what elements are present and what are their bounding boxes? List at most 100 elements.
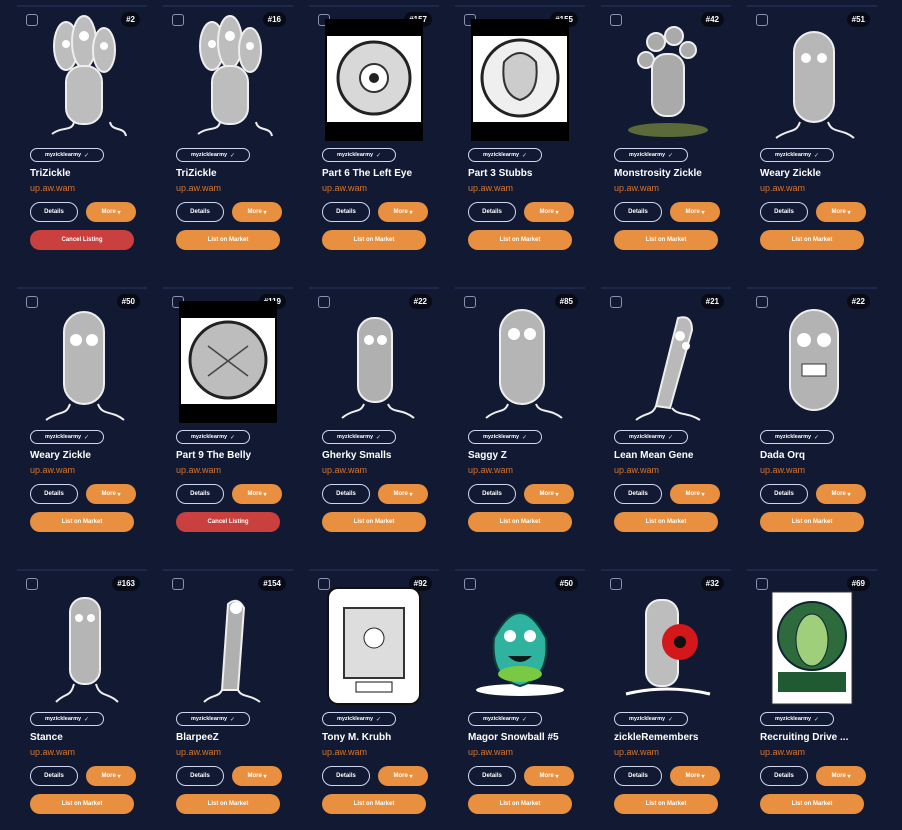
details-button[interactable]: Details xyxy=(30,484,78,504)
details-button[interactable]: Details xyxy=(468,484,516,504)
more-dropdown-button[interactable]: More ▾ xyxy=(524,202,574,222)
details-button[interactable]: Details xyxy=(760,766,808,786)
collection-badge[interactable]: myzicklearmy ✓ xyxy=(760,712,834,726)
collection-badge[interactable]: myzicklearmy ✓ xyxy=(468,430,542,444)
list-on-market-button[interactable]: List on Market xyxy=(614,794,718,814)
collection-badge[interactable]: myzicklearmy ✓ xyxy=(30,148,104,162)
more-dropdown-button[interactable]: More ▾ xyxy=(86,484,136,504)
collection-badge[interactable]: myzicklearmy ✓ xyxy=(760,430,834,444)
more-dropdown-button[interactable]: More ▾ xyxy=(378,202,428,222)
list-on-market-button[interactable]: List on Market xyxy=(30,794,134,814)
collection-badge[interactable]: myzicklearmy ✓ xyxy=(322,430,396,444)
more-dropdown-button[interactable]: More ▾ xyxy=(524,766,574,786)
list-on-market-button[interactable]: List on Market xyxy=(322,794,426,814)
collection-badge[interactable]: myzicklearmy ✓ xyxy=(760,148,834,162)
details-button[interactable]: Details xyxy=(176,202,224,222)
owner-label[interactable]: up.aw.wam xyxy=(760,183,805,193)
details-button[interactable]: Details xyxy=(322,766,370,786)
verified-icon: ✓ xyxy=(522,716,528,723)
verified-icon: ✓ xyxy=(84,152,90,159)
owner-label[interactable]: up.aw.wam xyxy=(322,465,367,475)
owner-label[interactable]: up.aw.wam xyxy=(614,183,659,193)
list-on-market-button[interactable]: List on Market xyxy=(30,512,134,532)
collection-badge[interactable]: myzicklearmy ✓ xyxy=(176,712,250,726)
details-button[interactable]: Details xyxy=(760,202,808,222)
more-dropdown-button[interactable]: More ▾ xyxy=(524,484,574,504)
more-dropdown-button[interactable]: More ▾ xyxy=(816,202,866,222)
details-button[interactable]: Details xyxy=(322,484,370,504)
owner-label[interactable]: up.aw.wam xyxy=(760,747,805,757)
collection-badge[interactable]: myzicklearmy ✓ xyxy=(468,148,542,162)
owner-label[interactable]: up.aw.wam xyxy=(468,465,513,475)
more-dropdown-button[interactable]: More ▾ xyxy=(232,202,282,222)
more-dropdown-button[interactable]: More ▾ xyxy=(378,766,428,786)
owner-label[interactable]: up.aw.wam xyxy=(176,465,221,475)
details-button[interactable]: Details xyxy=(30,202,78,222)
list-on-market-button[interactable]: List on Market xyxy=(614,230,718,250)
verified-icon: ✓ xyxy=(230,434,236,441)
details-button[interactable]: Details xyxy=(468,202,516,222)
owner-label[interactable]: up.aw.wam xyxy=(176,183,221,193)
details-button[interactable]: Details xyxy=(468,766,516,786)
collection-badge[interactable]: myzicklearmy ✓ xyxy=(614,712,688,726)
more-dropdown-button[interactable]: More ▾ xyxy=(816,484,866,504)
details-button[interactable]: Details xyxy=(614,484,662,504)
details-button[interactable]: Details xyxy=(614,202,662,222)
collection-badge[interactable]: myzicklearmy ✓ xyxy=(322,712,396,726)
collection-badge[interactable]: myzicklearmy ✓ xyxy=(30,430,104,444)
details-button[interactable]: Details xyxy=(614,766,662,786)
cancel-listing-button[interactable]: Cancel Listing xyxy=(176,512,280,532)
collection-badge[interactable]: myzicklearmy ✓ xyxy=(176,430,250,444)
details-button[interactable]: Details xyxy=(322,202,370,222)
nft-artwork xyxy=(616,296,716,428)
list-on-market-button[interactable]: List on Market xyxy=(468,794,572,814)
details-button[interactable]: Details xyxy=(30,766,78,786)
owner-label[interactable]: up.aw.wam xyxy=(30,747,75,757)
more-dropdown-button[interactable]: More ▾ xyxy=(670,202,720,222)
collection-badge[interactable]: myzicklearmy ✓ xyxy=(614,148,688,162)
details-button[interactable]: Details xyxy=(176,766,224,786)
cancel-listing-button[interactable]: Cancel Listing xyxy=(30,230,134,250)
owner-label[interactable]: up.aw.wam xyxy=(30,183,75,193)
list-on-market-button[interactable]: List on Market xyxy=(322,512,426,532)
more-dropdown-button[interactable]: More ▾ xyxy=(232,766,282,786)
more-dropdown-button[interactable]: More ▾ xyxy=(670,766,720,786)
owner-label[interactable]: up.aw.wam xyxy=(322,183,367,193)
owner-label[interactable]: up.aw.wam xyxy=(468,183,513,193)
list-on-market-button[interactable]: List on Market xyxy=(176,230,280,250)
verified-icon: ✓ xyxy=(668,434,674,441)
owner-label[interactable]: up.aw.wam xyxy=(760,465,805,475)
more-dropdown-button[interactable]: More ▾ xyxy=(670,484,720,504)
more-dropdown-button[interactable]: More ▾ xyxy=(378,484,428,504)
nft-artwork xyxy=(178,578,278,710)
owner-label[interactable]: up.aw.wam xyxy=(614,465,659,475)
more-dropdown-button[interactable]: More ▾ xyxy=(816,766,866,786)
more-dropdown-button[interactable]: More ▾ xyxy=(232,484,282,504)
owner-label[interactable]: up.aw.wam xyxy=(322,747,367,757)
list-on-market-button[interactable]: List on Market xyxy=(468,230,572,250)
list-on-market-button[interactable]: List on Market xyxy=(614,512,718,532)
collection-badge[interactable]: myzicklearmy ✓ xyxy=(30,712,104,726)
owner-label[interactable]: up.aw.wam xyxy=(468,747,513,757)
list-on-market-button[interactable]: List on Market xyxy=(760,512,864,532)
list-on-market-button[interactable]: List on Market xyxy=(176,794,280,814)
collection-badge[interactable]: myzicklearmy ✓ xyxy=(322,148,396,162)
owner-label[interactable]: up.aw.wam xyxy=(176,747,221,757)
more-dropdown-button[interactable]: More ▾ xyxy=(86,202,136,222)
chevron-down-icon: ▾ xyxy=(263,773,267,780)
nft-artwork xyxy=(616,578,716,710)
more-dropdown-button[interactable]: More ▾ xyxy=(86,766,136,786)
details-button[interactable]: Details xyxy=(760,484,808,504)
list-on-market-button[interactable]: List on Market xyxy=(760,230,864,250)
collection-badge[interactable]: myzicklearmy ✓ xyxy=(176,148,250,162)
owner-label[interactable]: up.aw.wam xyxy=(30,465,75,475)
owner-label[interactable]: up.aw.wam xyxy=(614,747,659,757)
chevron-down-icon: ▾ xyxy=(847,209,851,216)
collection-badge[interactable]: myzicklearmy ✓ xyxy=(468,712,542,726)
collection-badge[interactable]: myzicklearmy ✓ xyxy=(614,430,688,444)
verified-icon: ✓ xyxy=(522,434,528,441)
list-on-market-button[interactable]: List on Market xyxy=(322,230,426,250)
list-on-market-button[interactable]: List on Market xyxy=(760,794,864,814)
details-button[interactable]: Details xyxy=(176,484,224,504)
list-on-market-button[interactable]: List on Market xyxy=(468,512,572,532)
